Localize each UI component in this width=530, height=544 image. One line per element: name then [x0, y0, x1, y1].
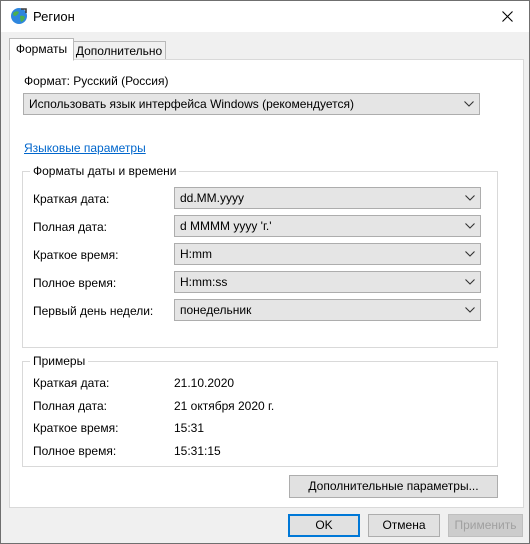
tab-advanced[interactable]: Дополнительно: [72, 41, 166, 61]
long-time-value: H:mm:ss: [180, 275, 228, 289]
long-date-label: Полная дата:: [33, 220, 107, 234]
ok-button[interactable]: OK: [288, 514, 360, 537]
long-time-select[interactable]: H:mm:ss: [174, 271, 481, 293]
examples-group: Примеры Краткая дата: 21.10.2020 Полная …: [22, 354, 498, 467]
long-date-select[interactable]: d MMMM yyyy 'г.': [174, 215, 481, 237]
example-long-date-value: 21 октября 2020 г.: [174, 399, 275, 413]
example-long-date-label: Полная дата:: [33, 399, 107, 413]
chevron-down-icon: [465, 223, 475, 229]
close-button[interactable]: [485, 1, 529, 32]
short-date-value: dd.MM.yyyy: [180, 191, 245, 205]
datetime-group-title: Форматы даты и времени: [30, 164, 180, 178]
chevron-down-icon: [464, 101, 474, 107]
advanced-settings-button[interactable]: Дополнительные параметры...: [289, 475, 498, 498]
tab-formats[interactable]: Форматы: [9, 38, 74, 61]
example-short-date-label: Краткая дата:: [33, 376, 110, 390]
short-time-label: Краткое время:: [33, 248, 119, 262]
examples-group-title: Примеры: [30, 354, 89, 368]
first-day-select[interactable]: понедельник: [174, 299, 481, 321]
cancel-button[interactable]: Отмена: [368, 514, 440, 537]
long-time-label: Полное время:: [33, 276, 117, 290]
first-day-label: Первый день недели:: [33, 304, 154, 318]
example-short-date-value: 21.10.2020: [174, 376, 235, 390]
globe-icon: [11, 8, 27, 24]
format-label: Формат: Русский (Россия): [24, 74, 169, 88]
long-date-value: d MMMM yyyy 'г.': [180, 219, 272, 233]
example-long-time-value: 15:31:15: [174, 444, 221, 458]
chevron-down-icon: [465, 195, 475, 201]
first-day-value: понедельник: [180, 303, 252, 317]
close-icon: [501, 11, 513, 22]
short-date-select[interactable]: dd.MM.yyyy: [174, 187, 481, 209]
short-time-select[interactable]: H:mm: [174, 243, 481, 265]
format-select-value: Использовать язык интерфейса Windows (ре…: [29, 97, 355, 111]
apply-button[interactable]: Применить: [448, 514, 523, 537]
format-select[interactable]: Использовать язык интерфейса Windows (ре…: [23, 93, 480, 115]
language-settings-link[interactable]: Языковые параметры: [24, 141, 146, 155]
chevron-down-icon: [465, 307, 475, 313]
title-bar: Регион: [1, 1, 529, 32]
short-date-label: Краткая дата:: [33, 192, 110, 206]
example-short-time-label: Краткое время:: [33, 421, 119, 435]
short-time-value: H:mm: [180, 247, 212, 261]
region-dialog: Регион Форматы Дополнительно Формат: Рус…: [0, 0, 530, 544]
formats-panel: Формат: Русский (Россия) Использовать яз…: [9, 59, 524, 508]
chevron-down-icon: [465, 251, 475, 257]
example-short-time-value: 15:31: [174, 421, 205, 435]
example-long-time-label: Полное время:: [33, 444, 117, 458]
window-title: Регион: [33, 9, 75, 24]
chevron-down-icon: [465, 279, 475, 285]
datetime-formats-group: Форматы даты и времени Краткая дата: dd.…: [22, 164, 498, 348]
